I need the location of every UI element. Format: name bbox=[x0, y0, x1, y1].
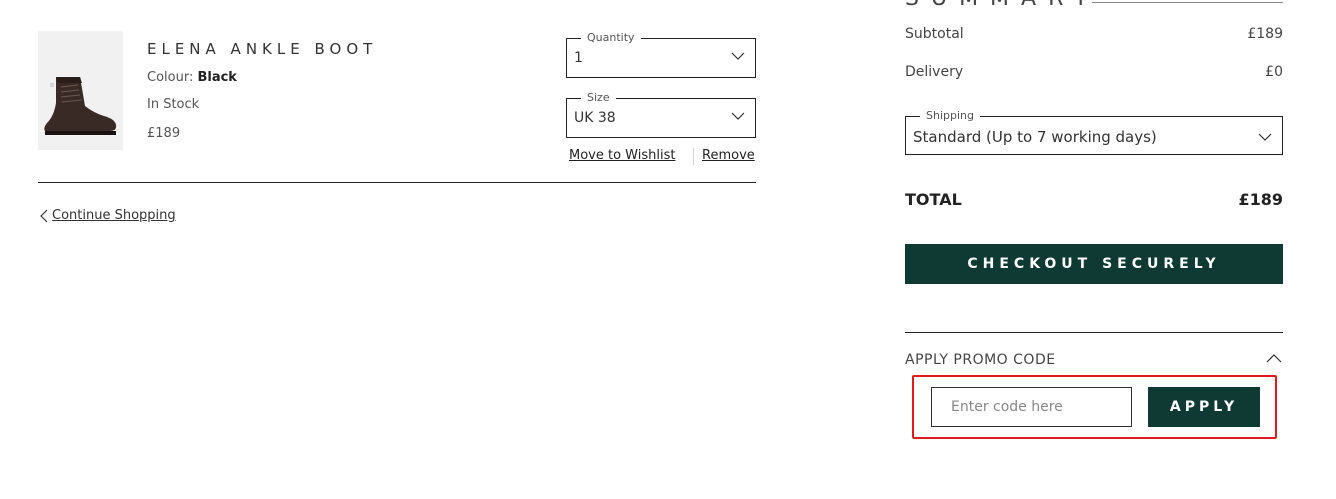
shipping-legend: Shipping bbox=[920, 110, 980, 122]
chevron-up-icon[interactable] bbox=[1266, 352, 1282, 364]
continue-shopping-label: Continue Shopping bbox=[52, 208, 176, 223]
total-row: TOTAL £189 bbox=[905, 190, 1283, 209]
total-label: TOTAL bbox=[905, 190, 962, 209]
chevron-down-icon bbox=[731, 112, 745, 120]
delivery-label: Delivery bbox=[905, 64, 964, 80]
checkout-securely-button[interactable]: CHECKOUT SECURELY bbox=[905, 244, 1283, 284]
summary-heading: SUMMARY bbox=[905, 0, 1099, 11]
promo-heading[interactable]: APPLY PROMO CODE bbox=[905, 352, 1056, 368]
promo-divider bbox=[905, 332, 1283, 333]
size-select[interactable]: Size UK 38 bbox=[566, 92, 756, 138]
promo-code-input[interactable] bbox=[931, 387, 1132, 427]
chevron-down-icon bbox=[1258, 133, 1272, 141]
quantity-value: 1 bbox=[574, 50, 583, 66]
shipping-select[interactable]: Shipping Standard (Up to 7 working days) bbox=[905, 110, 1283, 155]
size-legend: Size bbox=[581, 92, 616, 104]
chevron-left-icon bbox=[40, 209, 48, 222]
colour-value: Black bbox=[197, 70, 237, 85]
stock-status: In Stock bbox=[147, 97, 200, 112]
item-divider bbox=[38, 182, 756, 183]
link-divider bbox=[693, 148, 694, 165]
quantity-select[interactable]: Quantity 1 bbox=[566, 32, 756, 78]
chevron-down-icon bbox=[731, 52, 745, 60]
product-name[interactable]: ELENA ANKLE BOOT bbox=[147, 40, 377, 58]
shipping-value: Standard (Up to 7 working days) bbox=[913, 128, 1157, 146]
remove-link[interactable]: Remove bbox=[702, 148, 755, 163]
total-value: £189 bbox=[1238, 190, 1283, 209]
product-price: £189 bbox=[147, 126, 181, 141]
quantity-legend: Quantity bbox=[581, 32, 641, 44]
move-to-wishlist-link[interactable]: Move to Wishlist bbox=[569, 148, 675, 163]
subtotal-label: Subtotal bbox=[905, 26, 964, 42]
continue-shopping-link[interactable]: Continue Shopping bbox=[40, 208, 176, 223]
product-colour: Colour: Black bbox=[147, 70, 237, 85]
subtotal-value: £189 bbox=[1247, 26, 1283, 42]
colour-label: Colour: bbox=[147, 70, 198, 85]
delivery-value: £0 bbox=[1265, 64, 1283, 80]
apply-promo-button[interactable]: APPLY bbox=[1148, 387, 1260, 427]
boot-image bbox=[44, 77, 117, 135]
size-value: UK 38 bbox=[574, 110, 616, 126]
delivery-row: Delivery £0 bbox=[905, 64, 1283, 80]
summary-heading-line bbox=[1092, 2, 1283, 3]
subtotal-row: Subtotal £189 bbox=[905, 26, 1283, 42]
product-image[interactable] bbox=[38, 31, 123, 150]
